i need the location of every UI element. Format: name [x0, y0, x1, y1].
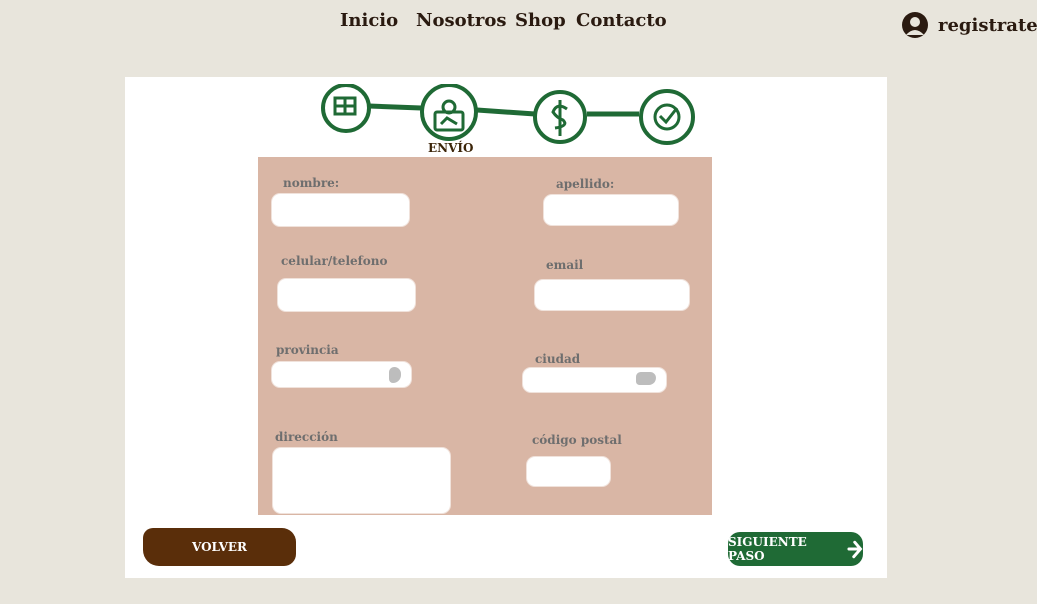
provincia-select[interactable]: [272, 362, 411, 387]
email-label: email: [546, 258, 584, 272]
chevron-down-icon: [636, 372, 656, 385]
nav-contacto[interactable]: Contacto: [576, 10, 667, 31]
step-shipping[interactable]: [420, 84, 478, 141]
nombre-label: nombre:: [283, 176, 340, 190]
nombre-input[interactable]: [272, 194, 409, 226]
top-nav: Inicio Nosotros Shop Contacto: [0, 10, 1037, 40]
email-input[interactable]: [535, 280, 689, 310]
apellido-input[interactable]: [544, 195, 678, 225]
ciudad-label: ciudad: [535, 352, 581, 366]
register-label: registrate: [938, 14, 1037, 36]
step-payment[interactable]: [533, 90, 587, 144]
step-cart[interactable]: [321, 84, 371, 133]
direccion-textarea[interactable]: [273, 448, 450, 513]
cp-label: código postal: [532, 433, 622, 447]
back-button[interactable]: VOLVER: [143, 528, 296, 566]
next-step-button[interactable]: SIGUIENTE PASO: [728, 532, 863, 566]
nav-inicio[interactable]: Inicio: [340, 10, 398, 31]
direccion-label: dirección: [275, 430, 338, 444]
nav-shop[interactable]: Shop: [515, 10, 566, 31]
ciudad-select[interactable]: [523, 368, 666, 392]
user-icon: [902, 12, 928, 38]
nav-nosotros[interactable]: Nosotros: [416, 10, 507, 31]
cp-input[interactable]: [527, 457, 610, 486]
step-progress: [321, 84, 695, 145]
back-label: VOLVER: [192, 540, 247, 554]
active-step-label: ENVÍO: [428, 141, 474, 155]
apellido-label: apellido:: [556, 177, 615, 191]
step-confirm[interactable]: [639, 89, 695, 145]
telefono-input[interactable]: [278, 279, 415, 311]
next-label: SIGUIENTE PASO: [728, 535, 807, 563]
arrow-right-icon: [847, 540, 863, 559]
register-link[interactable]: registrate: [900, 11, 1037, 39]
provincia-label: provincia: [276, 343, 339, 357]
step-connectors: [368, 103, 639, 117]
telefono-label: celular/telefono: [281, 254, 388, 268]
chevron-down-icon: [389, 367, 401, 383]
